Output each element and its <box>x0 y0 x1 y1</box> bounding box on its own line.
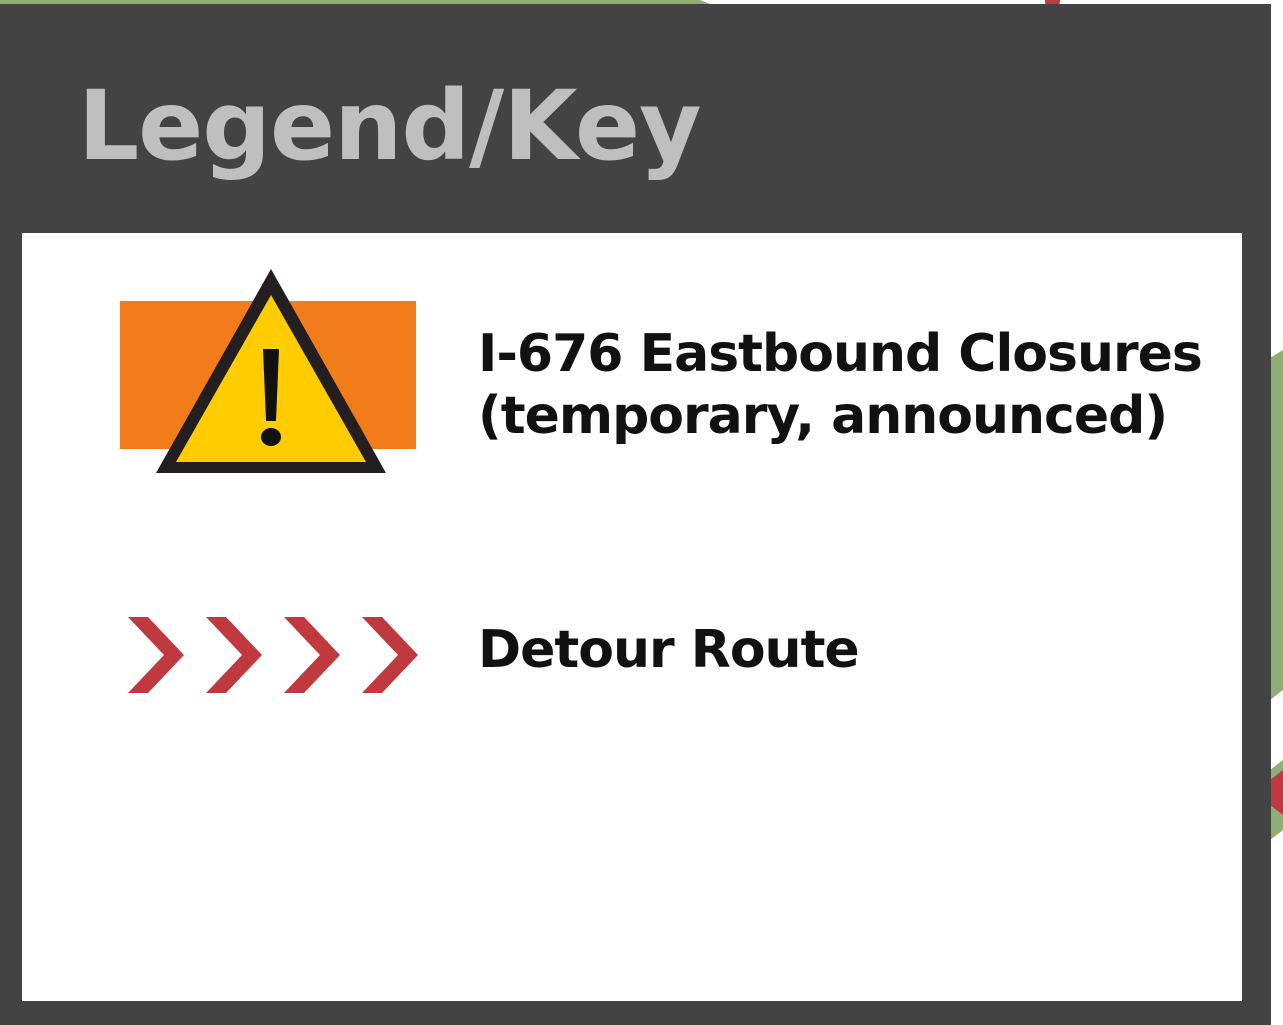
closure-label-line1: I-676 Eastbound Closures <box>478 324 1203 384</box>
legend-title: Legend/Key <box>78 70 702 182</box>
closure-label: I-676 Eastbound Closures (temporary, ann… <box>478 323 1203 447</box>
detour-chevrons-icon <box>128 617 418 693</box>
detour-label: Detour Route <box>478 620 860 680</box>
legend-body: I-676 Eastbound Closures (temporary, ann… <box>22 233 1242 1001</box>
chevron-right-icon <box>284 617 340 693</box>
warning-triangle-icon <box>120 269 416 473</box>
chevron-right-icon <box>362 617 418 693</box>
chevron-right-icon <box>206 617 262 693</box>
closure-label-line2: (temporary, announced) <box>478 386 1168 446</box>
legend-panel: Legend/Key I-676 Eastbound Closures (tem… <box>0 4 1271 1025</box>
chevron-right-icon <box>128 617 184 693</box>
